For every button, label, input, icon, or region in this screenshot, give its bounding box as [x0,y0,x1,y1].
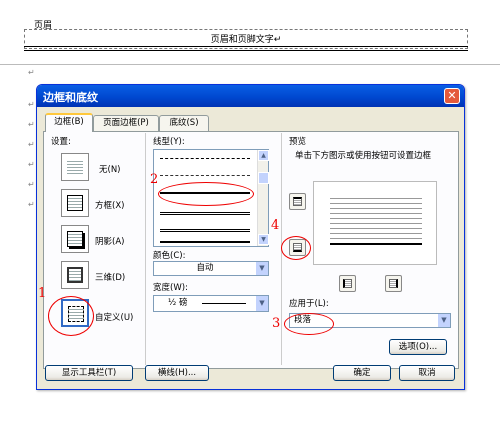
paragraph-mark: ↵ [28,140,35,149]
line-style-option[interactable] [160,241,250,243]
page-divider [0,64,500,65]
scroll-thumb[interactable] [258,172,269,184]
chevron-down-icon[interactable]: ▼ [255,296,268,311]
preview-hint: 单击下方图示或使用按钮可设置边框 [295,151,432,161]
preset-box-label[interactable]: 方框(X) [95,199,124,211]
show-toolbar-button[interactable]: 显示工具栏(T) [45,365,133,381]
tab-shading[interactable]: 底纹(S) [159,115,209,131]
annotation-circle [281,236,311,260]
tab-page-borders[interactable]: 页面边框(P) [93,115,159,131]
close-icon[interactable]: ✕ [444,88,460,104]
preset-shadow-label[interactable]: 阴影(A) [95,235,124,247]
borders-shading-dialog: 边框和底纹 ✕ 边框(B) 页面边框(P) 底纹(S) 设置: 无(N) 方框(… [36,84,465,390]
scroll-up-icon[interactable]: ▲ [258,150,269,161]
apply-to-label: 应用于(L): [289,299,329,309]
width-value: ½ 磅 [168,298,188,308]
separator [145,133,146,365]
line-style-option[interactable] [160,229,250,232]
left-border-button[interactable] [339,275,356,292]
paragraph-mark: ↵ [28,200,35,209]
header-rule [24,46,468,47]
preset-none-label[interactable]: 无(N) [99,163,121,175]
ok-button[interactable]: 确定 [333,365,391,381]
annotation-circle [158,182,254,206]
line-style-option[interactable] [160,175,250,176]
line-style-label: 线型(Y): [153,137,185,147]
chevron-down-icon[interactable]: ▼ [255,262,268,275]
preview-label: 预览 [289,137,307,147]
chevron-down-icon[interactable]: ▼ [437,314,450,327]
annotation-number: 1 [38,286,47,301]
horizontal-line-button[interactable]: 横线(H)... [145,365,209,381]
preview-area[interactable] [313,181,437,265]
paragraph-mark: ↵ [28,68,35,77]
settings-label: 设置: [51,137,71,147]
annotation-circle [48,296,94,336]
paragraph-mark: ↵ [28,120,35,129]
paragraph-mark: ↵ [28,100,35,109]
dialog-title: 边框和底纹 [43,91,98,104]
annotation-number: 4 [271,218,280,233]
top-border-button[interactable] [289,193,306,210]
preset-none-icon[interactable] [61,153,89,181]
paragraph-mark: ↵ [28,160,35,169]
width-label: 宽度(W): [153,283,188,293]
color-select[interactable]: 自动 ▼ [153,261,269,276]
preview-bottom-border [330,243,422,245]
header-text: 页眉和页脚文字↵ [210,35,282,45]
preset-3d-label[interactable]: 三维(D) [95,271,125,283]
preset-custom-label[interactable]: 自定义(U) [95,311,133,323]
preset-3d-icon[interactable] [61,261,89,289]
line-style-option[interactable] [160,158,250,159]
right-border-button[interactable] [385,275,402,292]
options-button[interactable]: 选项(O)... [389,339,447,355]
width-select[interactable]: ½ 磅 ▼ [153,295,269,312]
header-rule-2 [24,50,468,51]
width-line-sample [202,303,246,304]
cancel-button[interactable]: 取消 [399,365,455,381]
line-style-scrollbar[interactable]: ▲ ▼ [257,150,269,246]
preset-shadow-icon[interactable] [61,225,89,253]
scroll-down-icon[interactable]: ▼ [258,234,269,245]
line-style-option[interactable] [160,212,250,215]
color-label: 颜色(C): [153,251,186,261]
annotation-circle [284,313,334,335]
preset-box-icon[interactable] [61,189,89,217]
color-value: 自动 [196,263,214,273]
annotation-number: 2 [150,172,159,187]
dialog-titlebar[interactable]: 边框和底纹 ✕ [37,85,464,107]
annotation-number: 3 [272,316,281,331]
tab-borders[interactable]: 边框(B) [45,113,93,132]
paragraph-mark: ↵ [28,180,35,189]
